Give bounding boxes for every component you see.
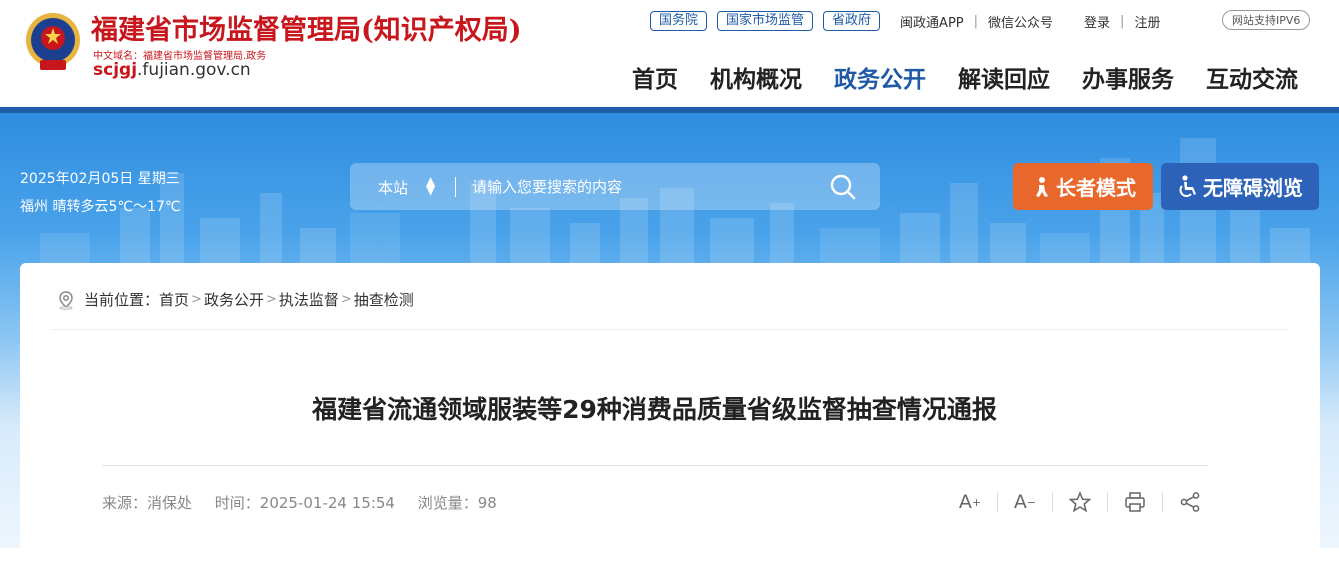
nav-interpret[interactable]: 解读回应 [958,60,1050,94]
link-samr[interactable]: 国家市场监管 [717,11,814,31]
nav-interact[interactable]: 互动交流 [1206,60,1298,94]
breadcrumb-inspection[interactable]: 抽查检测 [354,289,414,310]
domain-prefix: scjgj [93,60,138,80]
police-emblem-icon [26,13,80,70]
breadcrumb-gov-affairs[interactable]: 政务公开 [204,289,264,310]
separator: | [973,13,979,29]
site-domain: scjgj.fujian.gov.cn [93,60,251,80]
breadcrumb-divider [52,329,1288,330]
ipv6-badge: 网站支持IPV6 [1222,10,1311,30]
breadcrumb-separator: > [191,292,202,307]
tool-separator [1107,492,1108,512]
main-nav: 首页 机构概况 政务公开 解读回应 办事服务 互动交流 [632,60,1298,94]
article-time: 时间：2025-01-24 15:54 [214,494,395,512]
nav-service[interactable]: 办事服务 [1082,60,1174,94]
title-divider [102,465,1208,466]
breadcrumb-home[interactable]: 首页 [159,289,189,310]
breadcrumb-separator: > [340,292,352,307]
nav-org[interactable]: 机构概况 [710,60,802,94]
accessibility-button[interactable]: 无障碍浏览 [1161,163,1319,210]
link-wechat[interactable]: 微信公众号 [988,12,1053,31]
breadcrumb: 当前位置： 首页 > 政务公开 > 执法监督 > 抽查检测 [56,289,414,310]
site-title[interactable]: 福建省市场监督管理局(知识产权局) [91,8,522,47]
sort-arrows-icon[interactable]: ▲ ▼ [426,175,435,196]
current-date: 2025年02月05日 星期三 [20,171,180,187]
elder-mode-button[interactable]: 长者模式 [1013,163,1153,210]
font-decrease-icon[interactable]: A − [1011,488,1039,516]
breadcrumb-enforcement[interactable]: 执法监督 [279,289,339,310]
tool-separator [1162,492,1163,512]
link-app[interactable]: 闽政通APP [900,12,964,31]
search-input[interactable] [470,172,814,202]
register-link[interactable]: 注册 [1134,12,1160,31]
link-state-council[interactable]: 国务院 [650,11,708,31]
link-provincial-gov[interactable]: 省政府 [823,11,881,31]
nav-home[interactable]: 首页 [632,60,678,94]
accessibility-label: 无障碍浏览 [1203,176,1303,200]
search-bar: 本站 ▲ ▼ [350,163,880,210]
share-icon[interactable] [1176,488,1204,516]
article-views: 浏览量：98 [417,494,497,512]
search-scope-select[interactable]: 本站 [378,177,408,198]
breadcrumb-separator: > [265,292,277,307]
search-divider [455,177,456,197]
location-pin-icon [59,290,73,310]
article-title: 福建省流通领域服装等29种消费品质量省级监督抽查情况通报 [312,395,997,424]
favorite-star-icon[interactable] [1066,488,1094,516]
domain-suffix: .fujian.gov.cn [137,60,251,80]
breadcrumb-prefix: 当前位置： [84,291,160,309]
wheelchair-icon [1179,174,1196,197]
font-increase-icon[interactable]: A + [956,488,984,516]
tool-separator [997,492,998,512]
separator: | [1120,13,1125,29]
nav-gov-affairs[interactable]: 政务公开 [834,60,926,94]
tool-separator [1052,492,1053,512]
search-icon[interactable] [828,173,858,201]
elder-mode-label: 长者模式 [1056,176,1136,200]
weather-info: 福州 晴转多云5℃～17℃ [20,199,181,215]
login-link[interactable]: 登录 [1084,12,1110,31]
elder-icon [1036,176,1048,197]
site-header: 福建省市场监督管理局(知识产权局) 中文域名：福建省市场监督管理局.政务 scj… [0,0,1339,107]
top-links: 国务院 国家市场监管 省政府 闽政通APP | 微信公众号 登录 | 注册 [650,10,1160,32]
print-icon[interactable] [1121,488,1149,516]
article-tools: A + A − [956,488,1204,516]
article-source: 来源：消保处 [102,494,193,512]
article-meta: 来源：消保处 时间：2025-01-24 15:54 浏览量：98 [102,492,515,513]
